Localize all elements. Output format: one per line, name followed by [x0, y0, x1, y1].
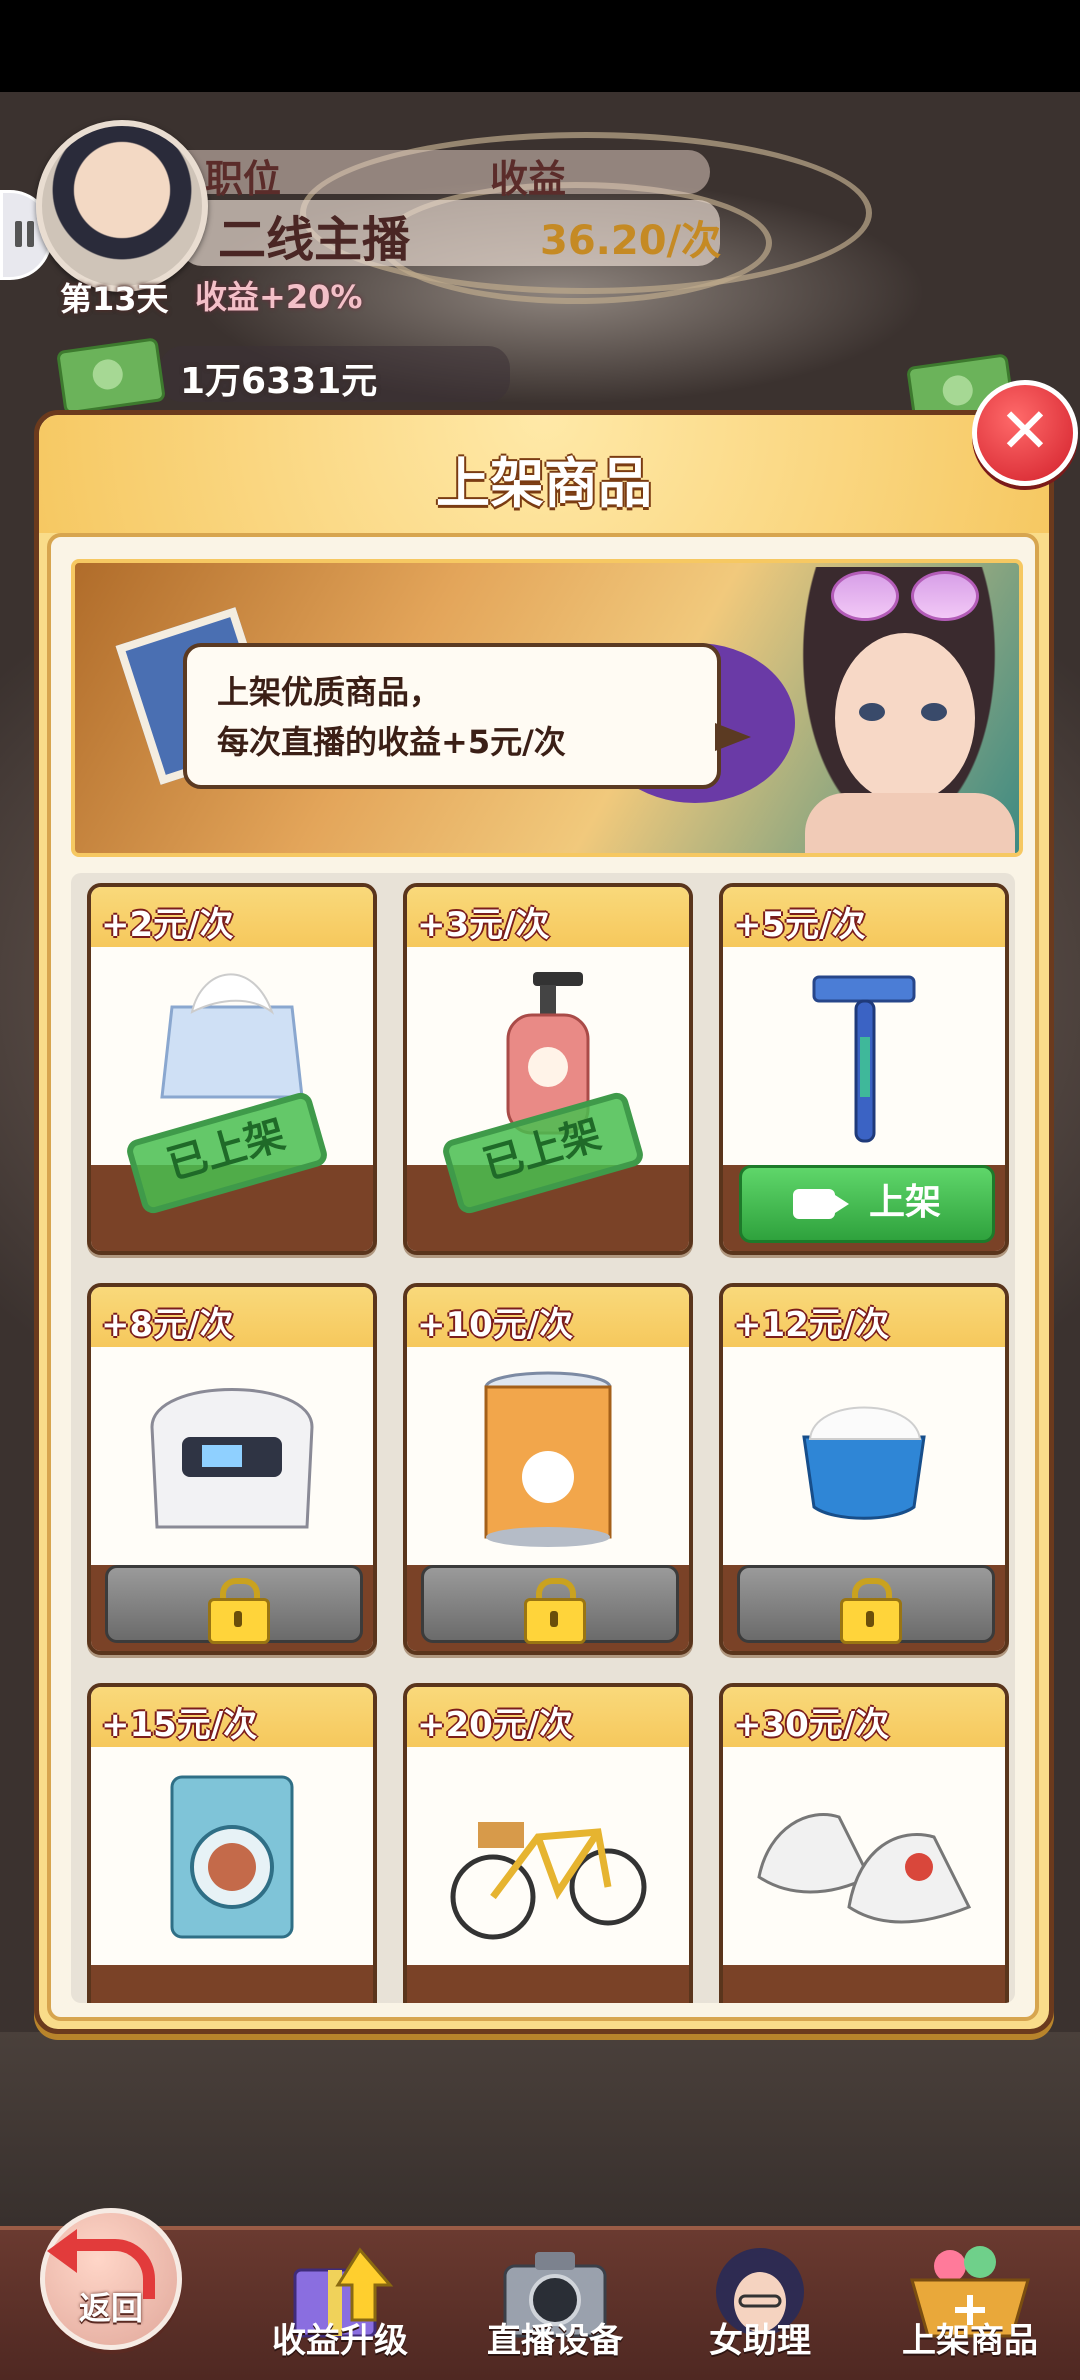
product-price: +2元/次 — [101, 905, 234, 945]
card-footer — [723, 1965, 1005, 2003]
product-card[interactable]: +15元/次 — [87, 1683, 377, 2003]
face-cream-icon — [802, 1406, 926, 1520]
washing-machine-icon — [170, 1775, 294, 1939]
nav-label: 收益升级 — [272, 2321, 408, 2361]
list-product-button[interactable]: 上架 — [739, 1165, 995, 1243]
status-bar — [0, 0, 1080, 92]
nav-female-assistant[interactable]: 女助理 — [660, 2230, 860, 2380]
dialog-body: 上架优质商品， 每次直播的收益+5元/次 +2元/次 已上架 +3元/次 已上架… — [47, 533, 1039, 2021]
list-button-label: 上架 — [868, 1182, 941, 1223]
product-grid: +2元/次 已上架 +3元/次 已上架 +5元/次 上架 +8元/次 +10元/… — [71, 873, 1015, 2003]
assistant-banner: 上架优质商品， 每次直播的收益+5元/次 — [71, 559, 1023, 857]
nav-list-products[interactable]: 上架商品 — [870, 2230, 1070, 2380]
product-card[interactable]: +8元/次 — [87, 1283, 377, 1655]
product-price: +12元/次 — [733, 1305, 890, 1345]
product-card[interactable]: +20元/次 — [403, 1683, 693, 2003]
product-price: +8元/次 — [101, 1305, 234, 1345]
income-value: 36.20/次 — [540, 218, 722, 264]
nav-stream-equipment[interactable]: 直播设备 — [455, 2230, 655, 2380]
card-footer — [407, 1965, 689, 2003]
bubble-line-1: 上架优质商品， — [217, 673, 442, 711]
product-card[interactable]: +3元/次 已上架 — [403, 883, 693, 1255]
product-card[interactable]: +30元/次 — [719, 1683, 1009, 2003]
sneakers-icon — [757, 1813, 972, 1924]
sunglasses-icon — [831, 571, 979, 621]
product-card[interactable]: +10元/次 — [403, 1283, 693, 1655]
locked-button[interactable] — [105, 1565, 363, 1644]
nav-label: 上架商品 — [902, 2321, 1038, 2361]
milk-powder-icon — [484, 1371, 612, 1547]
player-avatar[interactable] — [36, 120, 208, 292]
close-button[interactable]: ✕ — [972, 380, 1078, 486]
bubble-line-2: 每次直播的收益+5元/次 — [217, 723, 566, 761]
razor-icon — [812, 975, 916, 1143]
speech-bubble: 上架优质商品， 每次直播的收益+5元/次 — [183, 643, 751, 789]
assistant-face — [835, 633, 975, 803]
padlock-icon — [840, 1578, 902, 1644]
list-products-dialog: 上架商品 上架优质商品， 每次直播的收益+5元/次 +2元/次 已上架 +3元/… — [34, 410, 1054, 2034]
product-price: +5元/次 — [733, 905, 866, 945]
product-price: +10元/次 — [417, 1305, 574, 1345]
day-counter: 第13天 — [60, 280, 169, 318]
product-card[interactable]: +2元/次 已上架 — [87, 883, 377, 1255]
back-button[interactable]: 返回 — [40, 2208, 182, 2350]
locked-button[interactable] — [421, 1565, 679, 1644]
back-label: 返回 — [78, 2289, 143, 2327]
product-price: +30元/次 — [733, 1705, 890, 1745]
nav-label: 直播设备 — [487, 2321, 623, 2361]
job-value: 二线主播 — [218, 212, 411, 268]
product-price: +20元/次 — [417, 1705, 574, 1745]
locked-button[interactable] — [737, 1565, 995, 1644]
nav-label: 女助理 — [709, 2321, 811, 2361]
product-price: +15元/次 — [101, 1705, 258, 1745]
card-footer — [91, 1965, 373, 2003]
job-label: 职位 — [205, 157, 282, 201]
product-card[interactable]: +5元/次 上架 — [719, 883, 1009, 1255]
income-bonus: 收益+20% — [195, 278, 363, 316]
padlock-icon — [524, 1578, 586, 1644]
product-price: +3元/次 — [417, 905, 550, 945]
assistant-body — [805, 793, 1015, 853]
rice-cooker-icon — [150, 1388, 314, 1529]
dialog-header: 上架商品 — [39, 415, 1049, 533]
nav-income-upgrade[interactable]: 收益升级 — [240, 2230, 440, 2380]
income-label: 收益 — [490, 157, 567, 201]
video-ad-icon — [792, 1189, 849, 1219]
dialog-title: 上架商品 — [436, 452, 652, 515]
money-value: 1万6331元 — [180, 361, 378, 402]
product-card[interactable]: +12元/次 — [719, 1283, 1009, 1655]
bicycle-icon — [450, 1822, 647, 1940]
padlock-icon — [208, 1578, 270, 1644]
